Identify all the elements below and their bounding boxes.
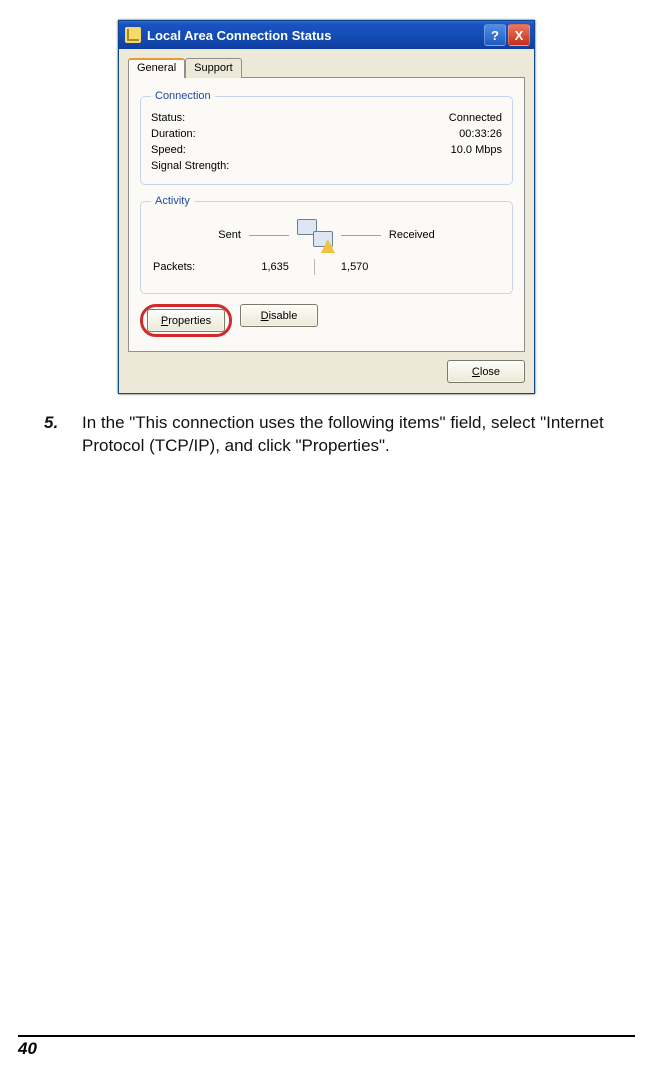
connection-group: Connection Status: Connected Duration: 0… [140, 90, 513, 185]
activity-group: Activity Sent Received Packets: 1,635 1,570 [140, 195, 513, 294]
tabs: General Support [128, 57, 525, 77]
instruction-step: 5. In the "This connection uses the foll… [44, 412, 629, 458]
duration-label: Duration: [151, 128, 196, 140]
properties-button[interactable]: Properties [147, 309, 225, 332]
status-row: Status: Connected [151, 110, 502, 126]
tab-general[interactable]: General [128, 58, 185, 78]
speed-value: 10.0 Mbps [451, 144, 502, 156]
status-value: Connected [449, 112, 502, 124]
connection-legend: Connection [151, 90, 215, 102]
window-title: Local Area Connection Status [147, 28, 482, 43]
properties-highlight: Properties [140, 304, 232, 337]
titlebar[interactable]: Local Area Connection Status ? X [119, 21, 534, 49]
packets-received-value: 1,570 [341, 261, 381, 273]
activity-monitors-icon [297, 219, 333, 251]
tab-page-general: Connection Status: Connected Duration: 0… [128, 77, 525, 352]
packets-label: Packets: [153, 261, 210, 273]
tab-buttons-row: Properties Disable [140, 304, 513, 337]
disable-button[interactable]: Disable [240, 304, 318, 327]
close-button[interactable]: Close [447, 360, 525, 383]
activity-grid: Sent Received Packets: 1,635 1,570 [151, 215, 502, 283]
activity-legend: Activity [151, 195, 194, 207]
speed-label: Speed: [151, 144, 186, 156]
step-text: In the "This connection uses the followi… [82, 412, 629, 458]
help-button[interactable]: ? [484, 24, 506, 46]
signal-row: Signal Strength: [151, 158, 502, 174]
duration-row: Duration: 00:33:26 [151, 126, 502, 142]
received-label: Received [389, 229, 435, 241]
tab-support[interactable]: Support [185, 58, 242, 78]
client-area: General Support Connection Status: Conne… [119, 49, 534, 393]
close-row: Close [128, 360, 525, 383]
activity-divider [314, 259, 315, 275]
status-label: Status: [151, 112, 185, 124]
speed-row: Speed: 10.0 Mbps [151, 142, 502, 158]
page-footer: 40 [18, 1035, 635, 1059]
duration-value: 00:33:26 [459, 128, 502, 140]
network-status-icon [125, 27, 141, 43]
close-window-button[interactable]: X [508, 24, 530, 46]
signal-label: Signal Strength: [151, 160, 229, 172]
connection-status-window: Local Area Connection Status ? X General… [118, 20, 535, 394]
sent-line-icon [249, 235, 289, 236]
step-number: 5. [44, 412, 66, 458]
recv-line-icon [341, 235, 381, 236]
sent-label: Sent [218, 229, 241, 241]
page-number: 40 [18, 1039, 37, 1058]
packets-sent-value: 1,635 [249, 261, 289, 273]
